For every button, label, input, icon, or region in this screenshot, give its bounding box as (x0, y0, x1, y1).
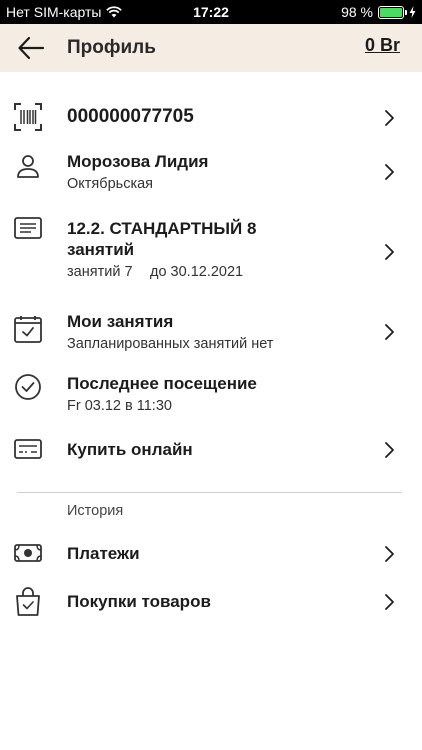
credit-card-icon (14, 439, 42, 459)
battery-icon (378, 5, 407, 19)
chevron-right-icon (385, 546, 394, 562)
status-bar: Нет SIM-карты 17:22 98 % (0, 0, 422, 24)
payments-row[interactable]: Платежи (0, 538, 422, 570)
battery-group: 98 % (341, 4, 416, 20)
my-lessons-subtitle: Запланированных занятий нет (67, 336, 274, 352)
balance-link[interactable]: 0 Br (365, 35, 400, 56)
shopping-bag-icon (16, 587, 40, 616)
banknote-icon (14, 544, 42, 562)
buy-online-row[interactable]: Купить онлайн (0, 434, 422, 466)
client-row[interactable]: Морозова Лидия Октябрьская (0, 148, 422, 200)
chevron-right-icon (385, 324, 394, 340)
my-lessons-title: Мои занятия (67, 312, 174, 331)
document-icon (14, 217, 42, 239)
chevron-right-icon (385, 244, 394, 260)
my-lessons-row[interactable]: Мои занятия Запланированных занятий нет (0, 308, 422, 360)
subscription-row[interactable]: 12.2. СТАНДАРТНЫЙ 8 занятий занятий 7 до… (0, 214, 422, 286)
subscription-remaining: занятий 7 (67, 264, 133, 280)
last-visit-title: Последнее посещение (67, 374, 257, 393)
arrow-left-icon[interactable] (16, 34, 46, 62)
calendar-check-icon (14, 316, 42, 343)
subscription-until: до 30.12.2021 (150, 264, 244, 280)
payments-title: Платежи (67, 544, 140, 563)
page-title: Профиль (67, 37, 156, 58)
card-number: 000000077705 (67, 106, 194, 127)
app-header: Профиль 0 Br (0, 24, 422, 72)
person-icon (17, 155, 39, 178)
battery-percent: 98 % (341, 4, 373, 20)
charging-icon (409, 6, 416, 18)
card-number-row[interactable]: 000000077705 (0, 96, 422, 138)
chevron-right-icon (385, 594, 394, 610)
section-divider (17, 492, 402, 493)
buy-online-title: Купить онлайн (67, 440, 193, 459)
purchases-title: Покупки товаров (67, 592, 211, 611)
check-circle-icon (15, 374, 41, 400)
barcode-icon (14, 103, 42, 131)
client-branch: Октябрьская (67, 176, 154, 192)
chevron-right-icon (385, 110, 394, 126)
history-section-label: История (67, 503, 124, 519)
subscription-title-line1: 12.2. СТАНДАРТНЫЙ 8 (67, 219, 257, 238)
chevron-right-icon (385, 164, 394, 180)
last-visit-value: Fr 03.12 в 11:30 (67, 398, 172, 414)
client-name: Морозова Лидия (67, 152, 209, 171)
subscription-title-line2: занятий (67, 240, 135, 259)
chevron-right-icon (385, 442, 394, 458)
purchases-row[interactable]: Покупки товаров (0, 585, 422, 619)
last-visit-row: Последнее посещение Fr 03.12 в 11:30 (0, 370, 422, 422)
